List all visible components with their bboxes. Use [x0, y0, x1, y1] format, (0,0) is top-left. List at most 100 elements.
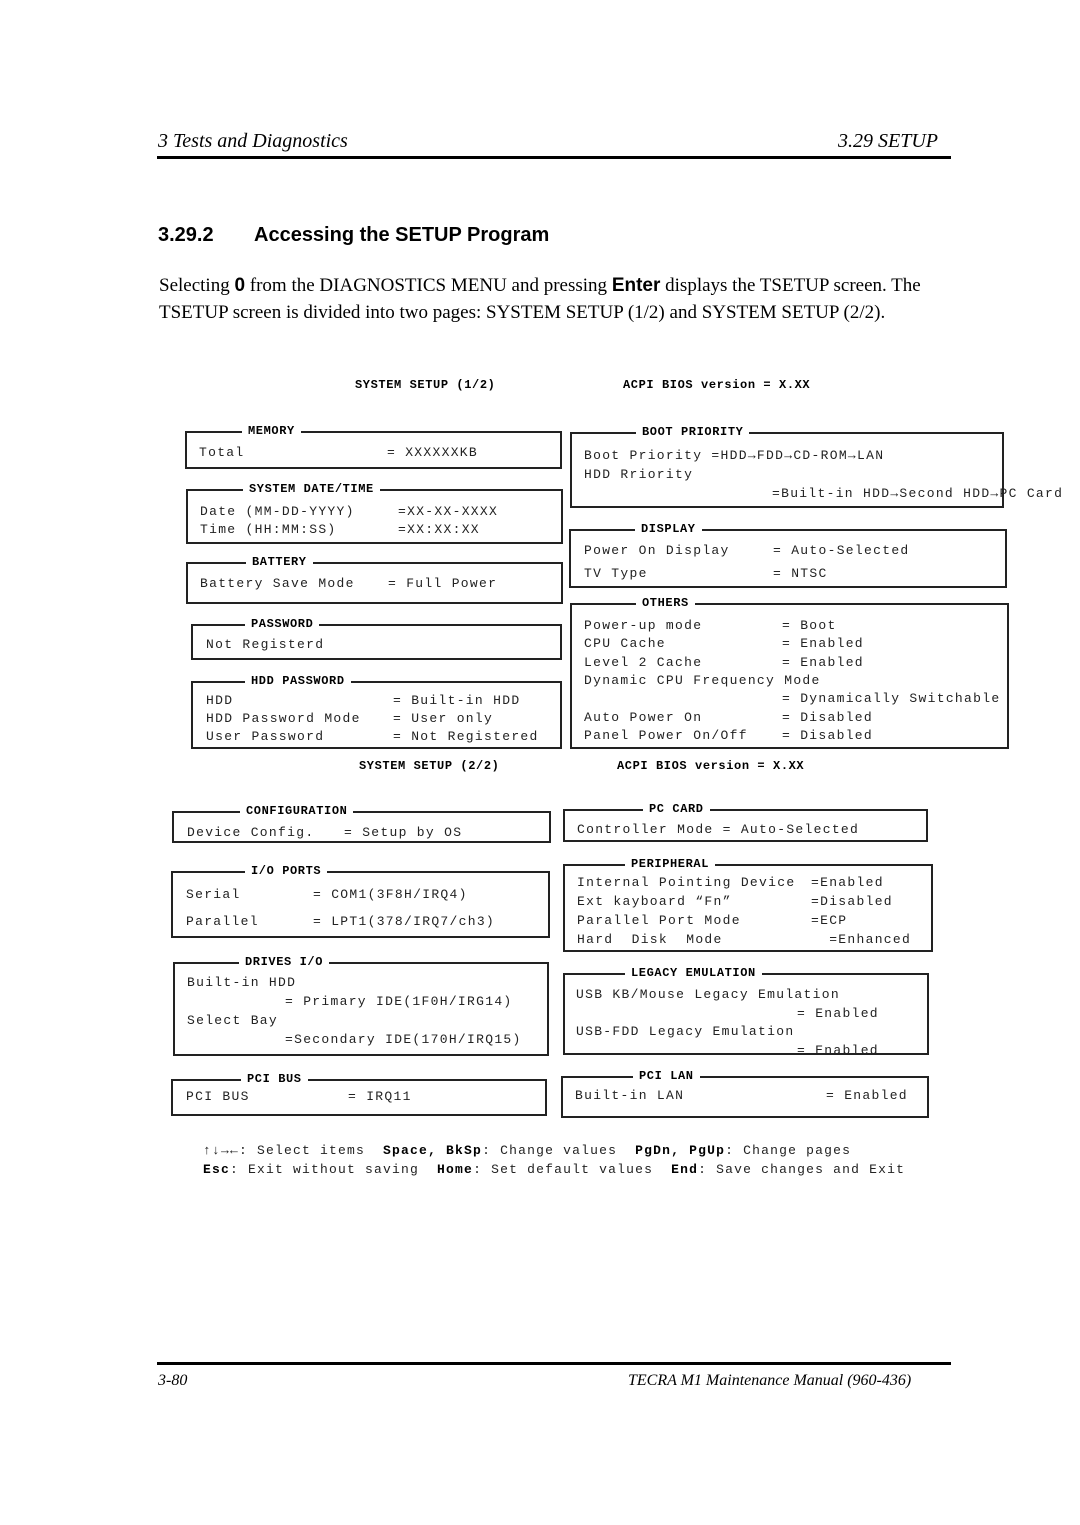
- setting-label: Ext kayboard “Fn”: [577, 894, 732, 909]
- box-legend: PCI BUS: [241, 1072, 308, 1086]
- box-legend: BATTERY: [246, 555, 313, 569]
- setting-row: Serial = COM1(3F8H/IRQ4): [186, 887, 466, 902]
- setting-label: Parallel: [186, 914, 259, 929]
- setting-label: Total: [199, 445, 245, 460]
- setting-label: Not Registerd: [206, 637, 325, 652]
- help-text: : Save changes and Exit: [698, 1162, 906, 1177]
- box-legend: BOOT PRIORITY: [636, 425, 750, 439]
- setup-box-drives: DRIVES I/O Built-in HDD = Primary IDE(1F0H…: [173, 955, 549, 1056]
- setting-label: User Password: [206, 729, 325, 744]
- setup-box-config: CONFIGURATION Device Config. = Setup by OS: [172, 804, 551, 843]
- box-legend: OTHERS: [636, 596, 695, 610]
- setting-value: =Enhanced: [811, 932, 912, 947]
- help-text: : Set default values: [473, 1162, 672, 1177]
- setup-box-hddpw: HDD PASSWORD HDD = Built-in HDD HDD Passwor…: [191, 674, 562, 749]
- setting-label: Date (MM-DD-YYYY): [200, 504, 355, 519]
- setting-label: Level 2 Cache: [584, 654, 703, 670]
- setting-label: Hard Disk Mode: [577, 932, 723, 947]
- para-text: Selecting: [159, 275, 235, 296]
- box-legend: PC CARD: [643, 802, 710, 816]
- setting-label: HDD Password Mode: [206, 711, 361, 726]
- setting-value: =Built-in HDD→Second HDD→PC Card: [772, 486, 1064, 501]
- setting-label: Dynamic CPU Frequency Mode: [584, 672, 821, 688]
- key-space: Space, BkSp: [383, 1143, 483, 1158]
- setting-label: Power-up mode: [584, 618, 703, 633]
- heading-number: 3.29.2: [158, 224, 214, 246]
- para-text: from the DIAGNOSTICS MENU and pressing: [245, 275, 612, 296]
- page2-title: SYSTEM SETUP (2/2): [359, 759, 500, 773]
- setting-value: = NTSC: [773, 566, 828, 581]
- setting-row: Internal Pointing Device =Enabled: [577, 875, 883, 890]
- setup-box-password: PASSWORD Not Registerd: [191, 617, 562, 660]
- setup-box-others: OTHERS Power-up mode = Boot CPU Cache = Enab…: [570, 596, 1009, 749]
- help-line-2: Esc: Exit without saving Home: Set defau…: [203, 1162, 905, 1177]
- setting-row: Power On Display = Auto-Selected: [584, 543, 908, 558]
- setting-label: PCI BUS: [186, 1089, 250, 1104]
- manual-title: TECRA M1 Maintenance Manual (960-436): [628, 1372, 912, 1389]
- setting-row: Auto Power On = Disabled: [584, 709, 872, 725]
- setting-value: = XXXXXXKB: [387, 445, 479, 460]
- setting-value: = Setup by OS: [344, 825, 463, 840]
- setting-label: Panel Power On/Off: [584, 727, 748, 743]
- page1-bios-version: ACPI BIOS version = X.XX: [623, 378, 811, 392]
- setting-row: Date (MM-DD-YYYY) =XX-XX-XXXX: [200, 504, 497, 519]
- setting-label: Time (HH:MM:SS): [200, 522, 337, 537]
- box-legend: I/O PORTS: [245, 864, 328, 878]
- setting-label: Boot Priority =HDD→FDD→CD-ROM→LAN: [584, 448, 885, 463]
- setting-value: = User only: [393, 711, 494, 726]
- setup-box-memory: MEMORY Total = XXXXXXKB: [185, 424, 562, 469]
- setting-label: TV Type: [584, 566, 648, 581]
- box-legend: SYSTEM DATE/TIME: [243, 482, 380, 496]
- arrow-keys-icon: ↑↓→←: [203, 1143, 240, 1158]
- setting-row: Select Bay: [187, 1013, 278, 1028]
- setting-value: = Not Registered: [393, 729, 539, 744]
- help-line-1: ↑↓→←: Select items Space, BkSp: Change v…: [203, 1143, 851, 1158]
- key-end: End: [671, 1162, 699, 1177]
- box-legend: PERIPHERAL: [625, 857, 716, 871]
- help-text: : Change values: [482, 1143, 636, 1158]
- setting-label: CPU Cache: [584, 636, 666, 652]
- setting-label: USB KB/Mouse Legacy Emulation: [576, 987, 840, 1002]
- setting-value: = COM1(3F8H/IRQ4): [313, 887, 468, 902]
- setting-row: Built-in LAN = Enabled: [575, 1088, 907, 1103]
- setting-value: = IRQ11: [348, 1089, 412, 1104]
- setting-value: =XX:XX:XX: [398, 522, 480, 537]
- setting-label: USB-FDD Legacy Emulation: [576, 1024, 795, 1039]
- setting-value: = LPT1(378/IRQ7/ch3): [313, 914, 496, 929]
- setup-box-battery: BATTERY Battery Save Mode = Full Power: [186, 555, 563, 604]
- box-legend: MEMORY: [242, 424, 301, 438]
- setting-row: USB KB/Mouse Legacy Emulation: [576, 987, 840, 1002]
- section-header: 3.29 SETUP: [838, 130, 938, 152]
- setting-row: Parallel Port Mode =ECP: [577, 913, 846, 928]
- setup-box-pcibus: PCI BUS PCI BUS = IRQ11: [171, 1072, 547, 1116]
- setting-value: = Enabled: [797, 1042, 879, 1058]
- setup-box-peripheral: PERIPHERAL Internal Pointing Device =Enabl…: [563, 857, 933, 952]
- help-text: : Select items: [239, 1143, 384, 1158]
- page1-title: SYSTEM SETUP (1/2): [355, 378, 496, 392]
- section-heading: 3.29.2 Accessing the SETUP Program: [158, 224, 549, 247]
- page-number: 3-80: [158, 1372, 188, 1389]
- setting-row: Total = XXXXXXKB: [199, 445, 477, 460]
- setting-row: HDD Password Mode = User only: [206, 711, 492, 726]
- setting-label: Built-in LAN: [575, 1088, 685, 1103]
- setting-label: Battery Save Mode: [200, 576, 355, 591]
- box-legend: DRIVES I/O: [239, 955, 330, 969]
- setting-label: HDD Rriority: [584, 467, 694, 482]
- setting-value: = Enabled: [797, 1005, 879, 1021]
- key-0: 0: [234, 275, 246, 296]
- setting-label: Auto Power On: [584, 709, 703, 725]
- chapter-header: 3 Tests and Diagnostics: [158, 130, 348, 152]
- setup-box-pccard: PC CARD Controller Mode = Auto-Selected: [563, 802, 928, 842]
- setting-value: = Enabled: [782, 654, 864, 670]
- key-home: Home: [437, 1162, 474, 1177]
- setup-box-boot: BOOT PRIORITY Boot Priority =HDD→FDD→CD-R…: [570, 425, 1062, 508]
- setting-row: Not Registerd: [206, 637, 324, 652]
- setting-label: Select Bay: [187, 1013, 279, 1028]
- setting-row: TV Type = NTSC: [584, 566, 826, 581]
- setting-value: = Auto-Selected: [773, 543, 910, 558]
- setup-box-legacy: LEGACY EMULATION USB KB/Mouse Legacy Emul…: [563, 966, 929, 1058]
- setup-box-datetime: SYSTEM DATE/TIME Date (MM-DD-YYYY) =XX-XX-…: [186, 482, 563, 544]
- setting-label: Built-in HDD: [187, 975, 297, 990]
- setting-value: =XX-XX-XXXX: [398, 504, 499, 519]
- setting-label: Parallel Port Mode: [577, 913, 741, 928]
